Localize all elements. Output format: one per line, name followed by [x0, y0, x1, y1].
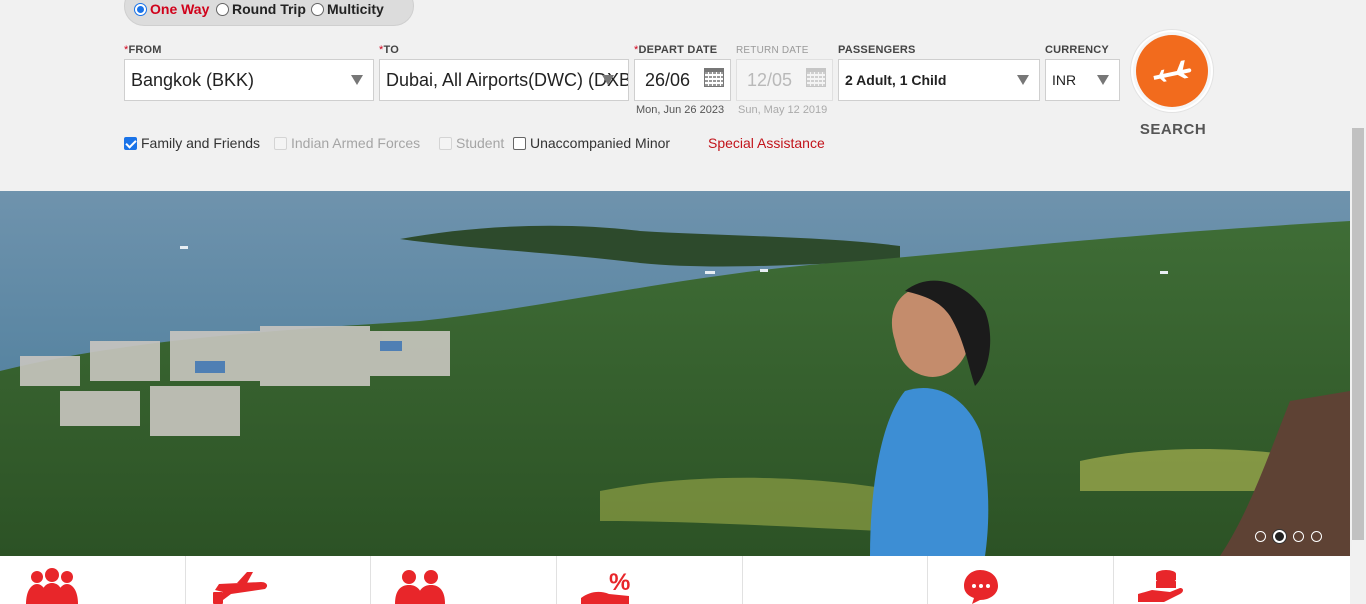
special-assistance-link[interactable]: Special Assistance — [708, 135, 825, 151]
business-people-icon — [395, 570, 446, 604]
plane-baggage-icon — [212, 572, 267, 604]
passengers-select[interactable]: 2 Adult, 1 Child — [838, 59, 1040, 101]
trip-type-selector: One Way Round Trip Multicity — [124, 0, 414, 26]
quick-link-blank[interactable] — [743, 556, 929, 604]
carousel-dot-3[interactable] — [1293, 531, 1304, 542]
carousel-dot-4[interactable] — [1311, 531, 1322, 542]
search-button-circle[interactable] — [1136, 35, 1208, 107]
currency-select[interactable]: INR — [1045, 59, 1120, 101]
hero-banner[interactable] — [0, 191, 1350, 556]
group-icon — [26, 568, 78, 604]
quick-link-payments[interactable] — [1114, 556, 1300, 604]
from-select[interactable]: Bangkok (BKK) — [124, 59, 374, 101]
chat-support-icon — [964, 570, 999, 604]
from-label: *FROM — [124, 44, 162, 56]
search-label: SEARCH — [1139, 121, 1207, 138]
depart-date-input[interactable]: 26/06 — [634, 59, 731, 101]
chevron-down-icon — [351, 75, 363, 85]
scrollbar-thumb[interactable] — [1352, 128, 1364, 540]
trip-multicity[interactable]: Multicity — [311, 1, 384, 17]
coins-hand-icon — [1138, 570, 1184, 602]
trip-one-way[interactable]: One Way — [134, 1, 209, 17]
carousel-indicators — [1255, 530, 1322, 543]
option-unaccompanied-minor[interactable]: Unaccompanied Minor — [513, 135, 670, 151]
discount-offer-icon: % — [581, 569, 630, 604]
return-date-full: Sun, May 12 2019 — [738, 104, 828, 116]
return-date-input[interactable]: 12/05 — [736, 59, 833, 101]
booking-panel: One Way Round Trip Multicity *FROM Bangk… — [0, 0, 1350, 191]
depart-date-label: *DEPART DATE — [634, 44, 718, 56]
carousel-dot-1[interactable] — [1255, 531, 1266, 542]
checkbox-armed-forces[interactable] — [274, 136, 287, 150]
quick-links-strip: % — [0, 556, 1350, 604]
calendar-icon[interactable] — [806, 68, 826, 87]
quick-link-offers[interactable]: % — [557, 556, 743, 604]
checkbox-student[interactable] — [439, 136, 452, 150]
quick-link-support[interactable] — [928, 556, 1115, 604]
currency-label: CURRENCY — [1045, 44, 1109, 56]
quick-link-group[interactable] — [0, 556, 186, 604]
chevron-down-icon — [1097, 75, 1109, 85]
quick-link-baggage[interactable] — [186, 556, 372, 604]
option-student[interactable]: Student — [439, 135, 504, 151]
chevron-down-icon — [602, 75, 614, 85]
to-select[interactable]: Dubai, All Airports(DWC) (DXB — [379, 59, 629, 101]
trip-round-trip[interactable]: Round Trip — [216, 1, 306, 17]
checkbox-family-friends[interactable] — [124, 136, 137, 150]
radio-one-way[interactable] — [134, 2, 147, 16]
radio-multicity[interactable] — [311, 2, 324, 16]
radio-round-trip[interactable] — [216, 2, 229, 16]
airplane-icon — [1153, 60, 1192, 82]
page: One Way Round Trip Multicity *FROM Bangk… — [0, 0, 1366, 604]
quick-link-business[interactable] — [371, 556, 558, 604]
hero-image — [0, 191, 1350, 556]
calendar-icon[interactable] — [704, 68, 724, 87]
svg-text:%: % — [609, 569, 630, 596]
passengers-label: PASSENGERS — [838, 44, 916, 56]
option-family-friends[interactable]: Family and Friends — [124, 135, 260, 151]
option-armed-forces[interactable]: Indian Armed Forces — [274, 135, 420, 151]
search-button[interactable] — [1131, 30, 1213, 112]
checkbox-unaccompanied-minor[interactable] — [513, 136, 526, 150]
to-label: *TO — [379, 44, 399, 56]
return-date-label: RETURN DATE — [736, 45, 809, 56]
chevron-down-icon — [1017, 75, 1029, 85]
carousel-dot-2[interactable] — [1273, 530, 1286, 543]
vertical-scrollbar[interactable] — [1350, 0, 1366, 604]
depart-date-full: Mon, Jun 26 2023 — [636, 104, 725, 116]
